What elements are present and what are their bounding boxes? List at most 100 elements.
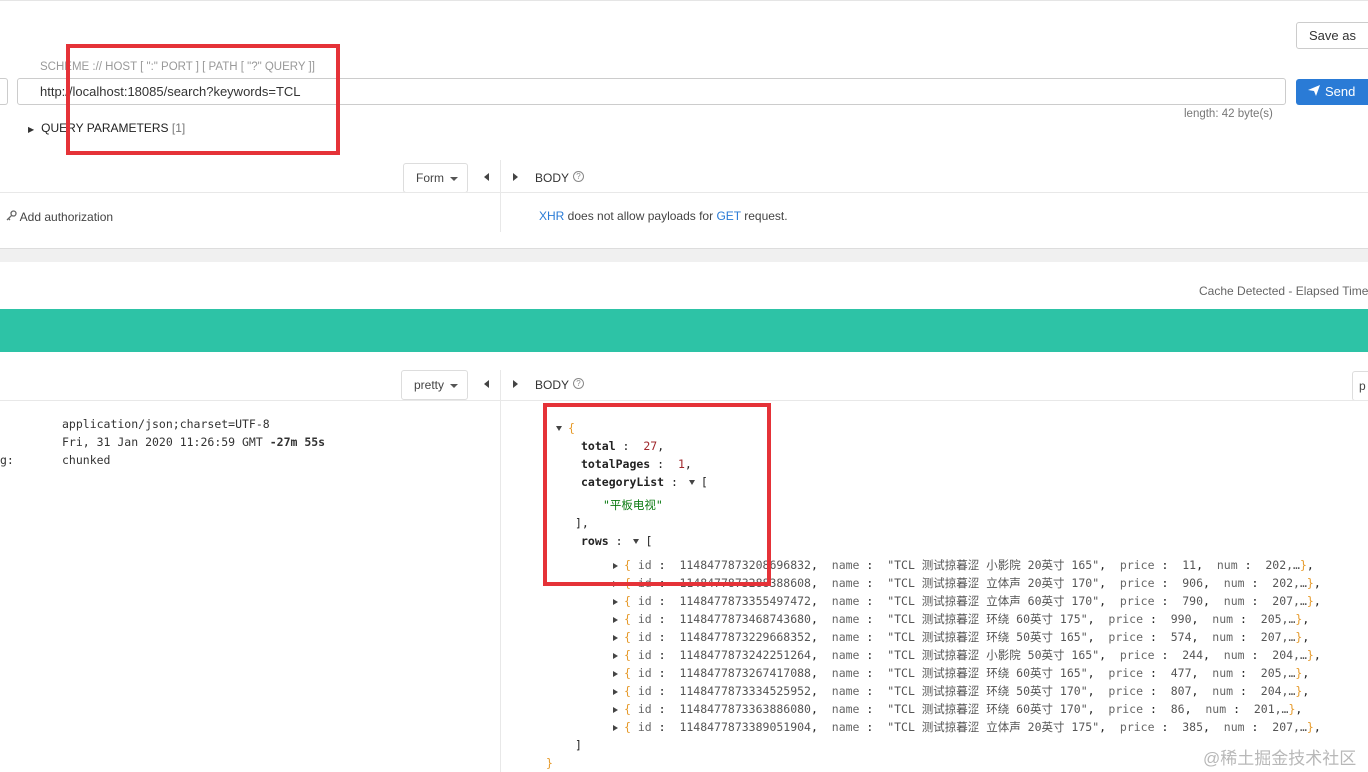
row-id: 1148477873468743680 [679, 612, 811, 626]
highlight-box-url [66, 44, 340, 155]
send-button[interactable]: Send [1296, 79, 1368, 105]
date-age: -27m 55s [269, 435, 326, 449]
row-num: 202,… [1272, 576, 1307, 590]
row-num: 204,… [1272, 648, 1307, 662]
pretty-label: pretty [414, 378, 445, 392]
row-name: "TCL 测试掠暮涩 立体声 60英寸 170" [887, 594, 1100, 608]
row-price: 574 [1170, 630, 1192, 644]
row-num: 204,… [1260, 684, 1296, 698]
row-id: 1148477873389051904 [679, 720, 811, 734]
highlight-box-json [543, 403, 771, 586]
expand-right-icon[interactable] [513, 173, 518, 181]
json-row[interactable]: { id : 1148477873355497472, name : "TCL … [613, 593, 1321, 609]
row-id: 1148477873229668352 [679, 630, 811, 644]
row-price: 244 [1182, 648, 1204, 662]
help-icon[interactable]: ? [573, 171, 585, 182]
header-value: Fri, 31 Jan 2020 11:26:59 GMT -27m 55s [62, 435, 325, 449]
expand-right-icon[interactable] [513, 380, 518, 388]
right-view-button[interactable]: p [1352, 371, 1368, 401]
row-name: "TCL 测试掠暮涩 环绕 60英寸 170" [887, 702, 1088, 716]
expand-icon [613, 598, 618, 605]
json-row[interactable]: { id : 1148477873334525952, name : "TCL … [613, 683, 1309, 699]
json-row[interactable]: { id : 1148477873389051904, name : "TCL … [613, 719, 1321, 735]
collapse-left-icon[interactable] [484, 380, 489, 388]
request-body-title: BODY? [535, 171, 585, 185]
row-name: "TCL 测试掠暮涩 环绕 60英寸 165" [887, 666, 1088, 680]
cache-status: Cache Detected - Elapsed Time [1199, 284, 1368, 298]
expand-icon [613, 670, 618, 677]
help-icon[interactable]: ? [573, 378, 585, 389]
row-name: "TCL 测试掠暮涩 环绕 60英寸 175" [887, 612, 1088, 626]
xhr-note-text: does not allow payloads for [564, 209, 717, 223]
expand-icon [613, 634, 618, 641]
key-icon [6, 210, 20, 224]
row-price: 990 [1170, 612, 1192, 626]
collapse-left-icon[interactable] [484, 173, 489, 181]
divider [0, 192, 1368, 193]
expand-icon: ▶ [28, 125, 35, 134]
expand-icon [613, 616, 618, 623]
row-num: 207,… [1260, 630, 1296, 644]
add-authorization-link[interactable]: Add authorization [6, 210, 113, 224]
row-price: 86 [1170, 702, 1185, 716]
add-authorization-label: Add authorization [19, 210, 114, 224]
expand-icon [613, 688, 618, 695]
pretty-dropdown[interactable]: pretty [401, 370, 468, 400]
request-word: request. [740, 209, 788, 223]
row-price: 906 [1182, 576, 1204, 590]
row-price: 385 [1182, 720, 1204, 734]
send-label: Send [1325, 84, 1356, 99]
form-dropdown[interactable]: Form [403, 163, 468, 193]
json-rows-close: ] [575, 738, 582, 752]
json-row[interactable]: { id : 1148477873267417088, name : "TCL … [613, 665, 1309, 681]
row-id: 1148477873363886080 [679, 702, 811, 716]
json-root-close: } [546, 756, 553, 770]
row-name: "TCL 测试掠暮涩 环绕 50英寸 170" [887, 684, 1088, 698]
expand-icon [613, 652, 618, 659]
row-price: 477 [1170, 666, 1192, 680]
xhr-note: XHR does not allow payloads for GET requ… [539, 209, 788, 223]
row-name: "TCL 测试掠暮涩 立体声 20英寸 175" [887, 720, 1100, 734]
top-border [0, 0, 1368, 1]
header-key: g: [0, 453, 14, 467]
row-price: 807 [1170, 684, 1192, 698]
chevron-down-icon [450, 383, 459, 388]
row-num: 202,… [1265, 558, 1300, 572]
row-id: 1148477873355497472 [679, 594, 811, 608]
row-name: "TCL 测试掠暮涩 立体声 20英寸 170" [887, 576, 1100, 590]
row-price: 11 [1182, 558, 1197, 572]
json-row[interactable]: { id : 1148477873363886080, name : "TCL … [613, 701, 1302, 717]
row-id: 1148477873242251264 [679, 648, 811, 662]
method-select-edge[interactable] [0, 78, 8, 105]
row-num: 201,… [1253, 702, 1289, 716]
response-status-bar [0, 309, 1368, 352]
row-num: 205,… [1260, 612, 1296, 626]
json-row[interactable]: { id : 1148477873229668352, name : "TCL … [613, 629, 1309, 645]
json-row[interactable]: { id : 1148477873468743680, name : "TCL … [613, 611, 1309, 627]
panel-divider [500, 160, 501, 232]
expand-icon [613, 706, 618, 713]
row-price: 790 [1182, 594, 1204, 608]
get-link[interactable]: GET [716, 209, 740, 223]
header-value: application/json;charset=UTF-8 [62, 417, 270, 431]
section-separator [0, 248, 1368, 262]
row-name: "TCL 测试掠暮涩 环绕 50英寸 165" [887, 630, 1088, 644]
row-id: 1148477873267417088 [679, 666, 811, 680]
row-name: "TCL 测试掠暮涩 小影院 20英寸 165" [887, 558, 1100, 572]
xhr-link[interactable]: XHR [539, 209, 564, 223]
json-row[interactable]: { id : 1148477873242251264, name : "TCL … [613, 647, 1321, 663]
expand-icon [613, 724, 618, 731]
divider [0, 400, 1368, 401]
panel-divider [500, 370, 501, 772]
response-body-title: BODY? [535, 378, 585, 392]
row-num: 207,… [1272, 720, 1307, 734]
watermark: @稀土掘金技术社区 [1203, 749, 1357, 768]
date-value: Fri, 31 Jan 2020 11:26:59 GMT [62, 435, 270, 449]
row-name: "TCL 测试掠暮涩 小影院 50英寸 165" [887, 648, 1100, 662]
form-label: Form [416, 171, 444, 185]
save-as-button[interactable]: Save as [1296, 22, 1368, 49]
row-num: 207,… [1272, 594, 1307, 608]
header-value: chunked [62, 453, 111, 467]
row-id: 1148477873334525952 [679, 684, 811, 698]
row-num: 205,… [1260, 666, 1296, 680]
